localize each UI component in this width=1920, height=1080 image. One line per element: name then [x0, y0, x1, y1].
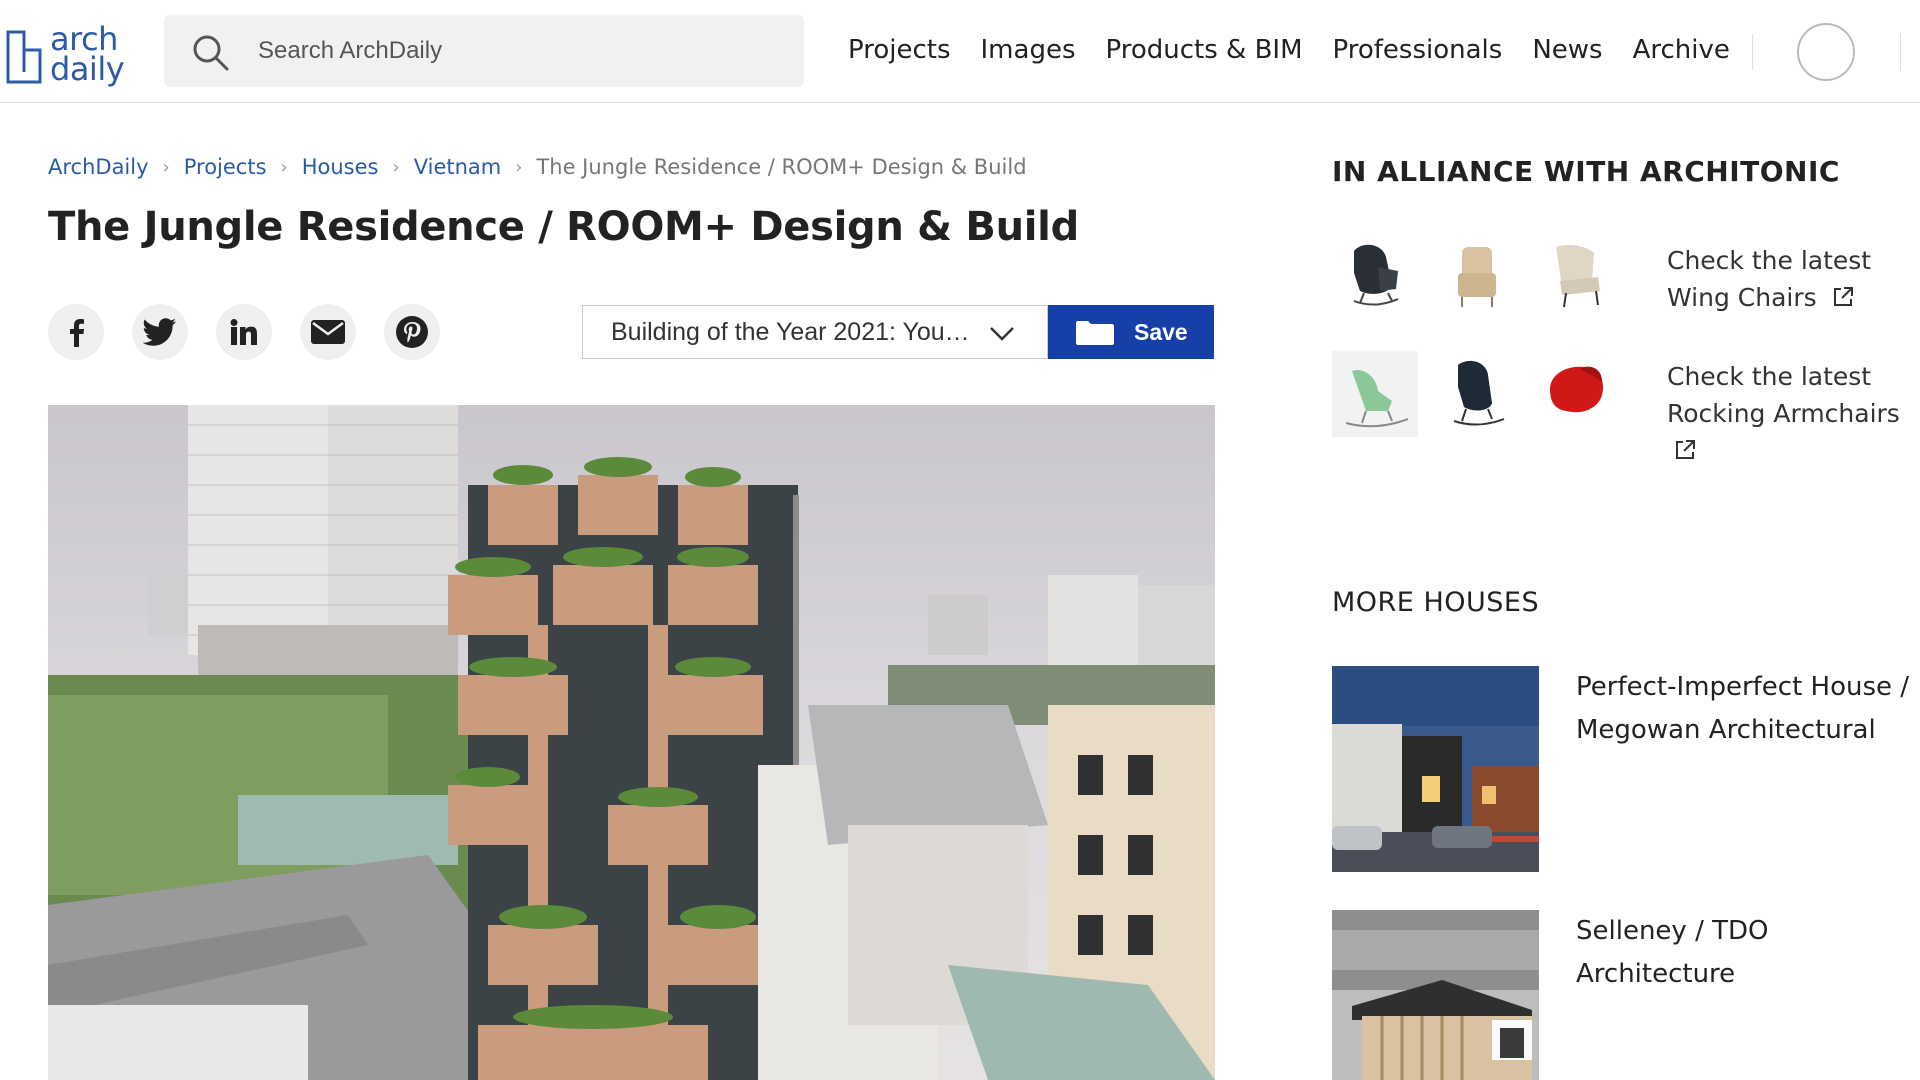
breadcrumb-archdaily[interactable]: ArchDaily — [48, 155, 149, 179]
save-button-label: Save — [1134, 319, 1188, 345]
share-buttons — [48, 304, 440, 360]
logo-mark-icon — [6, 30, 42, 84]
perfect-imperfect-house-thumbnail[interactable] — [1332, 666, 1539, 872]
house-photo — [1332, 910, 1539, 1080]
nav-projects[interactable]: Projects — [848, 30, 951, 70]
nav-divider — [1900, 34, 1901, 70]
wing-chair-thumbnail[interactable] — [1434, 233, 1520, 319]
breadcrumb-houses[interactable]: Houses — [302, 155, 379, 179]
alliance-heading: IN ALLIANCE WITH ARCHITONIC — [1332, 155, 1840, 188]
pinterest-icon — [396, 316, 428, 348]
house-photo — [1332, 666, 1539, 872]
user-avatar[interactable] — [1797, 23, 1855, 81]
collection-select-value: Building of the Year 2021: You… — [611, 317, 970, 346]
nav-professionals[interactable]: Professionals — [1333, 30, 1503, 70]
chevron-right-icon: › — [392, 156, 400, 178]
save-button[interactable]: Save — [1048, 305, 1214, 359]
rocking-armchairs-link[interactable]: Check the latest Rocking Armchairs — [1667, 358, 1920, 469]
wing-chair-thumbnail[interactable] — [1536, 233, 1622, 319]
breadcrumb-vietnam[interactable]: Vietnam — [414, 155, 502, 179]
facebook-icon — [70, 319, 84, 347]
rocking-armchair-thumbnail[interactable] — [1332, 351, 1418, 437]
card-title-selleney[interactable]: Selleney / TDO Architecture — [1576, 910, 1920, 996]
rocking-armchair-thumbnail[interactable] — [1434, 351, 1520, 437]
breadcrumb-projects[interactable]: Projects — [184, 155, 267, 179]
site-header: arch daily Projects Images Products & BI… — [0, 0, 1920, 103]
rocking-armchairs-link-text: Check the latest Rocking Armchairs — [1667, 362, 1900, 428]
breadcrumb: ArchDaily › Projects › Houses › Vietnam … — [48, 155, 1027, 179]
search-input[interactable] — [258, 15, 778, 87]
breadcrumb-current: The Jungle Residence / ROOM+ Design & Bu… — [536, 155, 1027, 179]
chevron-down-icon — [990, 327, 1014, 341]
chevron-right-icon: › — [162, 156, 170, 178]
nav-images[interactable]: Images — [981, 30, 1076, 70]
more-houses-heading: MORE HOUSES — [1332, 587, 1540, 618]
wing-chairs-link[interactable]: Check the latest Wing Chairs — [1667, 242, 1920, 316]
nav-products-bim[interactable]: Products & BIM — [1106, 30, 1303, 70]
nav-divider — [1752, 34, 1753, 70]
search-bar[interactable] — [164, 15, 804, 87]
share-email-button[interactable] — [300, 304, 356, 360]
search-icon[interactable] — [190, 32, 230, 72]
chevron-right-icon: › — [280, 156, 288, 178]
wing-chair-thumbnail[interactable] — [1332, 233, 1418, 319]
folder-icon — [1076, 321, 1114, 345]
email-icon — [311, 320, 345, 344]
rocking-armchair-thumbnail[interactable] — [1536, 351, 1622, 437]
logo-text: arch daily — [50, 23, 125, 88]
share-facebook-button[interactable] — [48, 304, 104, 360]
twitter-icon — [143, 318, 176, 346]
nav-news[interactable]: News — [1532, 30, 1602, 70]
archdaily-logo[interactable]: arch daily — [2, 23, 125, 88]
nav-archive[interactable]: Archive — [1633, 30, 1730, 70]
external-link-icon — [1833, 287, 1853, 306]
share-linkedin-button[interactable] — [216, 304, 272, 360]
logo-text-line2: daily — [50, 50, 125, 88]
share-twitter-button[interactable] — [132, 304, 188, 360]
linkedin-icon — [230, 319, 257, 345]
chevron-right-icon: › — [515, 156, 523, 178]
selleney-thumbnail[interactable] — [1332, 910, 1539, 1080]
external-link-icon — [1676, 440, 1695, 459]
main-nav: Projects Images Products & BIM Professio… — [848, 30, 1730, 70]
card-title-perfect-imperfect-house[interactable]: Perfect-Imperfect House / Megowan Archit… — [1576, 666, 1916, 752]
hero-photo[interactable] — [48, 405, 1215, 1080]
collection-select[interactable]: Building of the Year 2021: You… — [582, 305, 1048, 359]
building-photo — [48, 405, 1215, 1080]
page-title: The Jungle Residence / ROOM+ Design & Bu… — [48, 204, 1079, 250]
share-pinterest-button[interactable] — [384, 304, 440, 360]
